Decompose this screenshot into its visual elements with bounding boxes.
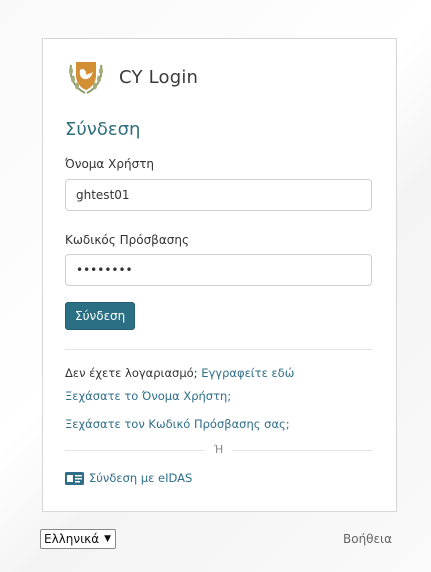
brand-name: CY Login [119,66,199,88]
help-link[interactable]: Βοήθεια [343,532,392,546]
language-select[interactable]: Ελληνικά ▼ [40,529,117,549]
password-input[interactable] [65,254,372,286]
page-title: Σύνδεση [65,119,141,140]
or-text: Ή [213,443,224,456]
id-card-icon [65,471,84,485]
eidas-login-link[interactable]: Σύνδεση με eIDAS [65,471,192,485]
no-account-text: Δεν έχετε λογαριασμό; [65,366,198,380]
caret-down-icon: ▼ [104,534,112,544]
login-card: CY Login Σύνδεση Όνομα Χρήστη Κωδικός Πρ… [42,38,397,512]
register-row: Δεν έχετε λογαριασμό; Εγγραφείτε εδώ [65,366,294,380]
brand-header: CY Login [65,57,198,97]
language-selected: Ελληνικά [44,532,100,546]
forgot-username-row: Ξεχάσατε το Όνομα Χρήστη; [65,389,231,403]
username-label: Όνομα Χρήστη [65,157,155,171]
forgot-password-link[interactable]: Ξεχάσατε τον Κωδικό Πρόσβασης σας; [65,417,290,431]
login-button[interactable]: Σύνδεση [65,302,136,330]
divider [65,349,372,350]
forgot-password-row: Ξεχάσατε τον Κωδικό Πρόσβασης σας; [65,417,290,431]
register-link[interactable]: Εγγραφείτε εδώ [201,366,294,380]
password-label: Κωδικός Πρόσβασης [65,233,190,247]
cyprus-emblem-icon [69,62,103,94]
or-separator: Ή [65,443,372,457]
username-input[interactable] [65,179,372,211]
forgot-username-link[interactable]: Ξεχάσατε το Όνομα Χρήστη; [65,389,231,403]
eidas-label: Σύνδεση με eIDAS [89,471,193,485]
